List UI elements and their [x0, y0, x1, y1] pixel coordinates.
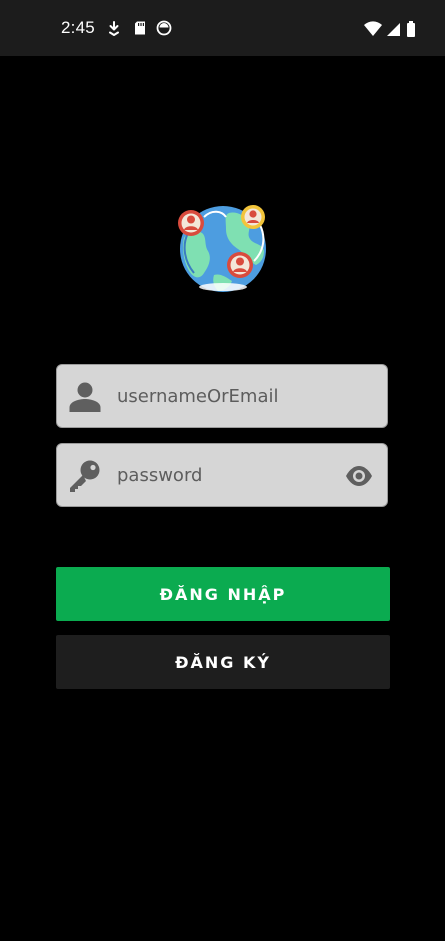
password-field[interactable]: password — [56, 443, 388, 507]
register-button[interactable]: ĐĂNG KÝ — [56, 635, 390, 689]
key-icon — [70, 460, 100, 492]
sd-card-icon — [135, 21, 145, 35]
login-button[interactable]: ĐĂNG NHẬP — [56, 567, 390, 621]
battery-icon — [407, 21, 415, 37]
app-notification-icon — [156, 20, 172, 36]
password-placeholder: password — [117, 465, 203, 486]
username-placeholder: usernameOrEmail — [117, 386, 279, 407]
cell-signal-icon — [387, 23, 400, 36]
globe-people-network-icon — [178, 205, 266, 292]
status-bar: 2:45 — [0, 0, 445, 56]
username-field[interactable]: usernameOrEmail — [56, 364, 388, 428]
wifi-icon — [364, 21, 382, 36]
eye-icon[interactable] — [345, 463, 373, 489]
status-right-icons — [364, 21, 415, 37]
status-time: 2:45 — [61, 18, 95, 37]
person-icon — [69, 382, 101, 412]
download-icon — [109, 21, 119, 36]
